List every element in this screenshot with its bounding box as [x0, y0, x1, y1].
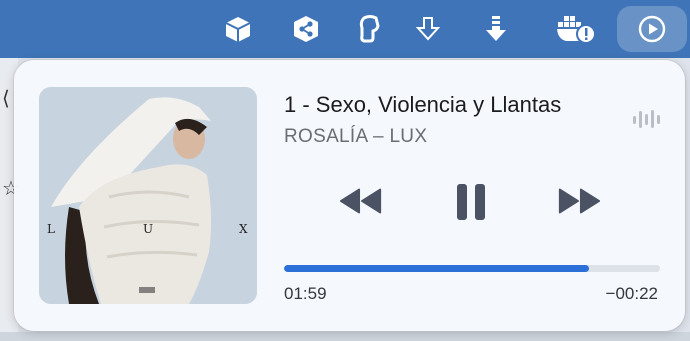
share-icon[interactable]	[290, 13, 322, 45]
rewind-icon	[339, 188, 382, 214]
play-circle-icon	[637, 14, 667, 44]
now-playing-menu-button[interactable]	[617, 6, 687, 52]
artwork-letter-u: U	[143, 222, 153, 236]
progress-bar-fill	[284, 265, 589, 272]
artwork-letter-l: L	[47, 222, 55, 236]
hanger-icon[interactable]	[354, 13, 386, 45]
remaining-time: −00:22	[605, 284, 658, 303]
background-arrow-icon: ⟨	[2, 86, 10, 110]
pause-button[interactable]	[454, 182, 488, 222]
pause-icon	[457, 184, 485, 220]
track-artist-album: ROSALÍA – LUX	[284, 126, 428, 147]
cube-icon[interactable]	[222, 13, 254, 45]
album-artwork: L U X	[39, 87, 257, 304]
artwork-letter-x: X	[239, 222, 248, 236]
elapsed-time: 01:59	[284, 284, 327, 303]
rewind-button[interactable]	[337, 185, 385, 217]
background-scrollbar	[0, 332, 690, 341]
fast-forward-icon	[558, 188, 601, 214]
track-title: 1 - Sexo, Violencia y Llantas	[284, 92, 562, 117]
download-outline-icon[interactable]	[412, 13, 444, 45]
audio-levels-icon[interactable]	[632, 108, 662, 130]
menu-bar	[0, 0, 690, 58]
docker-icon[interactable]	[556, 13, 598, 45]
progress-bar[interactable]	[284, 265, 660, 272]
download-filled-icon[interactable]	[480, 13, 512, 45]
now-playing-popover: L U X 1 - Sexo, Violencia y Llantas ROSA…	[14, 60, 685, 331]
fast-forward-button[interactable]	[555, 185, 603, 217]
